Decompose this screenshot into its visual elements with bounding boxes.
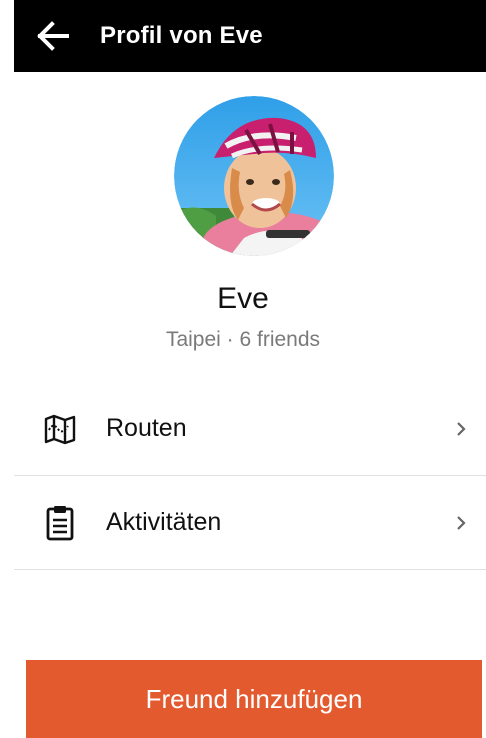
profile-avatar xyxy=(174,96,334,256)
back-button[interactable] xyxy=(14,4,100,68)
menu-item-label: Routen xyxy=(106,414,187,442)
menu-item-activities[interactable]: Aktivitäten xyxy=(14,476,486,570)
page-title: Profil von Eve xyxy=(100,22,263,49)
map-icon xyxy=(14,412,106,446)
menu-item-routes[interactable]: Routen xyxy=(14,382,486,476)
profile-menu: Routen Aktivitäten xyxy=(14,382,486,570)
chevron-right-icon xyxy=(436,513,486,533)
profile-name: Eve xyxy=(217,282,269,315)
app-header: Profil von Eve xyxy=(14,0,486,72)
avatar-image xyxy=(174,96,334,256)
add-friend-button[interactable]: Freund hinzufügen xyxy=(26,660,482,738)
arrow-left-icon xyxy=(37,21,69,51)
profile-subtitle: Taipei · 6 friends xyxy=(165,328,321,351)
menu-item-label: Aktivitäten xyxy=(106,508,222,536)
clipboard-icon xyxy=(14,504,106,542)
chevron-right-icon xyxy=(436,419,486,439)
